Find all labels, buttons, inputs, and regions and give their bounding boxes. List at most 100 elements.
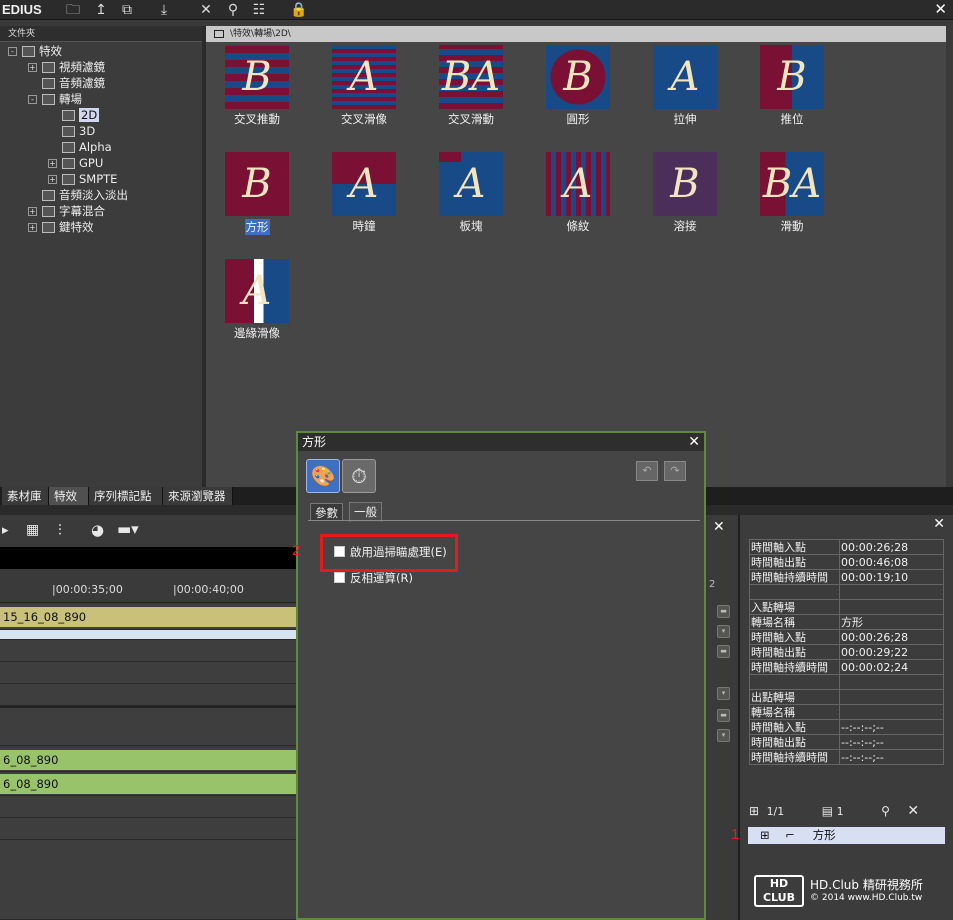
effect-thumbnail[interactable]: A (332, 152, 396, 216)
tree-item[interactable]: + 視頻濾鏡 (28, 59, 105, 75)
tree-item[interactable]: 音頻濾鏡 (28, 75, 105, 91)
expander-icon[interactable]: + (28, 63, 37, 72)
folder-up-icon[interactable]: ↥ (92, 1, 110, 19)
effect-item[interactable]: BA 滑動 (759, 152, 825, 234)
close-icon[interactable]: ✕ (688, 433, 700, 451)
effect-thumbnail[interactable]: A (439, 152, 503, 216)
effect-settings-icon[interactable]: ⚲ (881, 804, 890, 818)
tree-item[interactable]: 3D (48, 123, 95, 139)
audio-track[interactable]: 6_08_890 (0, 748, 296, 772)
palette-tab[interactable]: 素材庫 (2, 487, 49, 505)
tree-item[interactable]: - 轉場 (28, 91, 82, 107)
tab-general[interactable]: 一般 (349, 502, 382, 522)
expander-icon[interactable]: + (48, 175, 57, 184)
track-row[interactable] (0, 796, 296, 818)
tree-item[interactable]: + 鍵特效 (28, 219, 94, 235)
applied-effect-item[interactable]: ⊞ ⌐ 方形 (748, 827, 945, 844)
invert-checkbox[interactable]: 反相運算(R) (334, 571, 413, 585)
effect-item[interactable]: B 圓形 (545, 45, 611, 127)
chevron-icon[interactable]: ▸ (2, 523, 9, 538)
undo-icon[interactable]: ↶ (636, 461, 658, 481)
effect-thumbnail[interactable]: A (332, 45, 396, 109)
expander-icon[interactable]: + (28, 207, 37, 216)
track-button[interactable]: ▾ (717, 625, 730, 638)
close-icon[interactable]: ✕ (933, 516, 945, 532)
expander-icon[interactable]: + (28, 223, 37, 232)
effect-thumbnail[interactable]: A (653, 45, 717, 109)
tree-item[interactable]: + SMPTE (48, 171, 117, 187)
list-icon[interactable]: ▤ (822, 804, 833, 818)
effect-thumbnail[interactable]: A (225, 259, 289, 323)
tree-item[interactable]: - 特效 (8, 43, 62, 59)
stopwatch-icon[interactable]: ⏱ (342, 459, 376, 493)
effect-thumbnail[interactable]: BA (760, 152, 824, 216)
layout-icon[interactable]: ⊞ (749, 804, 759, 818)
grid-icon[interactable]: ▦ (26, 522, 39, 538)
copy-icon[interactable]: ⧉ (118, 1, 136, 19)
effect-thumbnail[interactable]: B A (225, 45, 289, 109)
track-button[interactable]: ▾ (717, 687, 730, 700)
effect-thumbnail[interactable]: B (225, 152, 289, 216)
effect-item[interactable]: BA 交叉滑動 (438, 45, 504, 127)
track-button[interactable]: ▬ (717, 709, 730, 722)
color-wheel-icon[interactable]: ◕ (91, 521, 104, 539)
palette-tab[interactable]: 來源瀏覽器 (163, 487, 233, 505)
effect-thumbnail[interactable]: A (546, 152, 610, 216)
effect-thumbnail[interactable]: BA (439, 45, 503, 109)
close-icon[interactable]: ✕ (713, 519, 725, 535)
effect-thumbnail[interactable]: B (546, 45, 610, 109)
track-row[interactable] (0, 640, 296, 662)
effect-item[interactable]: A 時鐘 (331, 152, 397, 234)
effect-item[interactable]: A 邊緣滑像 (224, 259, 290, 341)
expander-icon[interactable]: + (48, 159, 57, 168)
effect-item[interactable]: A 板塊 (438, 152, 504, 234)
track-row[interactable] (0, 840, 296, 920)
checkbox-box[interactable] (334, 572, 345, 583)
track-button[interactable]: ▬ (717, 645, 730, 658)
palette-tab[interactable]: 特效 (49, 487, 89, 505)
effect-thumbnail[interactable]: BD (653, 152, 717, 216)
timeline-clip[interactable]: 15_16_08_890 (0, 607, 296, 627)
info-row: 時間軸持續時間 00:00:02;24 (749, 659, 944, 675)
tree-item[interactable]: 2D (48, 107, 100, 123)
video-track[interactable]: 15_16_08_890 (0, 604, 296, 630)
tree-item[interactable]: + 字幕混合 (28, 203, 105, 219)
view-icon[interactable]: ☷ (250, 1, 268, 19)
effect-item[interactable]: A 交叉滑像 (331, 45, 397, 127)
track-row[interactable] (0, 662, 296, 684)
effect-item[interactable]: A 條紋 (545, 152, 611, 234)
effect-item[interactable]: A 拉伸 (652, 45, 718, 127)
timeline-ruler[interactable]: |00:00:35;00 |00:00:40;00 (0, 569, 296, 603)
tree-item[interactable]: + GPU (48, 155, 103, 171)
effect-item[interactable]: B A 推位 (759, 45, 825, 127)
expander-icon[interactable]: - (28, 95, 37, 104)
redo-icon[interactable]: ↷ (664, 461, 686, 481)
audio-track[interactable]: 6_08_890 (0, 772, 296, 796)
palette-icon[interactable]: 🎨 (306, 459, 340, 493)
palette-tab[interactable]: 序列標記點 (89, 487, 163, 505)
timeline-clip[interactable]: 6_08_890 (0, 774, 296, 794)
tree-item[interactable]: 音頻淡入淡出 (28, 187, 128, 203)
close-icon[interactable]: ✕ (934, 0, 947, 18)
track-button[interactable]: ▬ (717, 605, 730, 618)
tree-item[interactable]: Alpha (48, 139, 112, 155)
mixer-icon[interactable]: ⫶ (58, 521, 62, 539)
track-row[interactable] (0, 818, 296, 840)
folder-icon[interactable]: 🗀 (64, 1, 82, 19)
lock-icon[interactable]: 🔒 (290, 1, 308, 19)
tab-parameters[interactable]: 參數 (310, 503, 343, 521)
track-row[interactable] (0, 684, 296, 706)
delete-icon[interactable]: ✕ (907, 803, 919, 819)
window-icon[interactable]: ▬▾ (117, 520, 139, 538)
search-icon[interactable]: ⚲ (224, 1, 242, 19)
import-icon[interactable]: ⤓ (155, 1, 173, 19)
effect-item[interactable]: B A 交叉推動 (224, 45, 290, 127)
track-row[interactable] (0, 706, 296, 746)
effect-item[interactable]: BD 溶接 (652, 152, 718, 234)
effect-item[interactable]: B 方形 (224, 152, 290, 235)
track-button[interactable]: ▾ (717, 729, 730, 742)
timeline-clip[interactable]: 6_08_890 (0, 750, 296, 770)
expander-icon[interactable]: - (8, 47, 17, 56)
delete-icon[interactable]: ✕ (197, 1, 215, 19)
effect-thumbnail[interactable]: B A (760, 45, 824, 109)
